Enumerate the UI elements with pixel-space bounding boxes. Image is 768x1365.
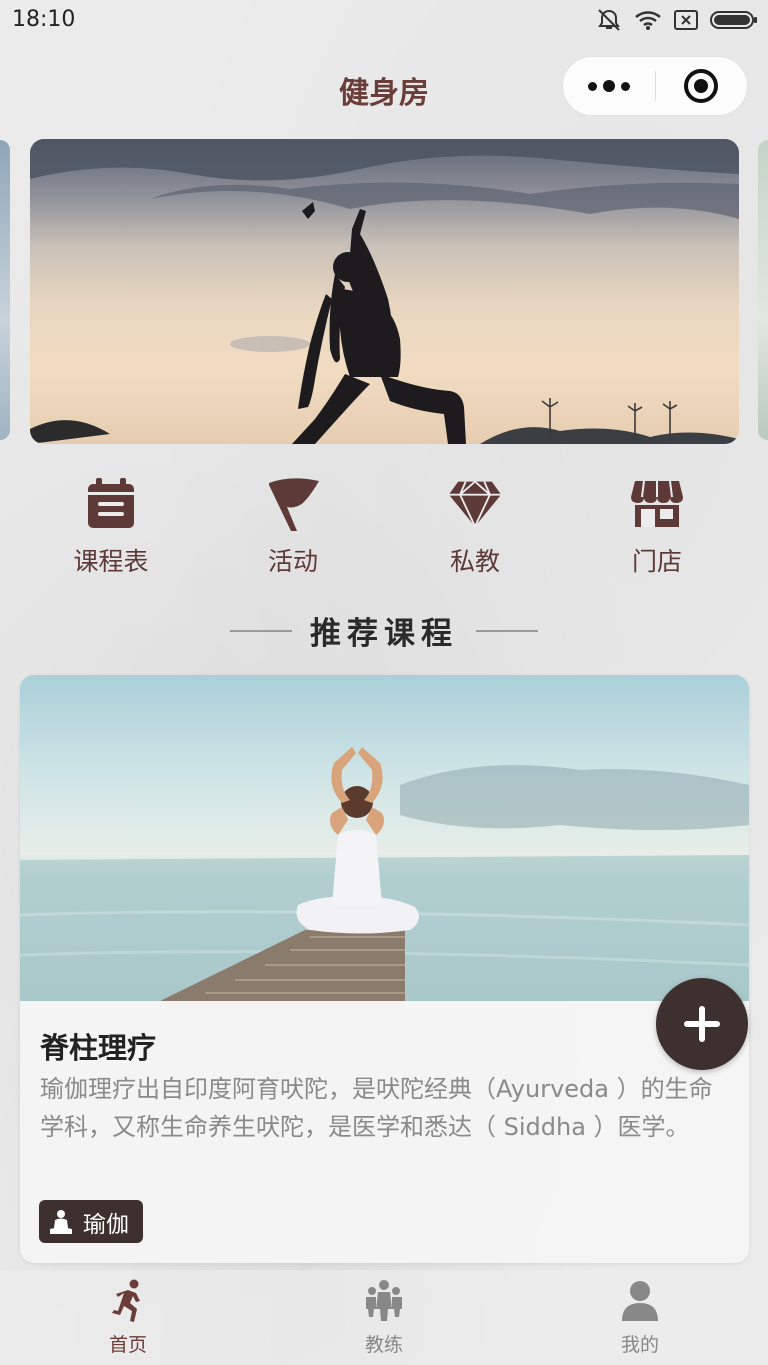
tab-home[interactable]: 首页 [0,1270,256,1365]
user-icon [618,1278,662,1324]
course-card[interactable]: 脊柱理疗 瑜伽理疗出自印度阿育吠陀，是吠陀经典（Ayurveda ）的生命学科，… [20,675,749,1263]
banner-image[interactable] [30,139,739,444]
menu-item-schedule[interactable]: 课程表 [20,476,202,578]
menu-label-store: 门店 [631,547,682,576]
target-close-icon [684,69,719,103]
section-title: 推荐课程 [310,616,458,652]
battery-icon [710,10,758,30]
add-button[interactable] [656,978,748,1070]
banner-prev-slide[interactable] [0,140,10,440]
more-button[interactable] [563,57,655,115]
menu-label-schedule: 课程表 [73,547,149,576]
menu-label-activity: 活动 [267,547,318,576]
miniprogram-capsule [562,56,748,116]
status-bar: 18:10 [0,0,768,40]
tab-label-coach: 教练 [364,1334,403,1356]
tab-label-me: 我的 [620,1334,659,1356]
quick-menu: 课程表 活动 私教 门店 [20,476,748,578]
menu-label-personal-training: 私教 [449,547,500,576]
menu-item-activity[interactable]: 活动 [202,476,384,578]
close-button[interactable] [656,57,748,115]
course-description: 瑜伽理疗出自印度阿育吠陀，是吠陀经典（Ayurveda ）的生命学科，又称生命养… [40,1075,713,1141]
meditation-icon [50,1209,72,1234]
course-title: 脊柱理疗 [40,1031,157,1065]
course-image[interactable] [20,675,749,1001]
tab-label-home: 首页 [108,1334,147,1356]
menu-item-personal-training[interactable]: 私教 [384,476,566,578]
section-divider-right [476,629,538,632]
wifi-icon [634,9,662,31]
section-header: 推荐课程 [0,608,768,653]
status-icons [596,8,758,32]
menu-item-store[interactable]: 门店 [566,476,748,578]
flag-icon [265,476,321,532]
store-icon [629,476,685,532]
section-divider-left [230,629,292,632]
course-tag-label: 瑜伽 [83,1211,129,1238]
banner-next-slide[interactable] [758,140,768,440]
mute-icon [596,8,622,32]
sim-icon [674,10,698,30]
diamond-icon [447,476,503,532]
more-dots-icon [587,80,630,92]
status-time: 18:10 [12,7,76,32]
tab-coach[interactable]: 教练 [256,1270,512,1365]
coach-icon [362,1278,406,1324]
tab-me[interactable]: 我的 [512,1270,768,1365]
tab-bar: 首页 教练 我的 [0,1270,768,1365]
course-tag[interactable]: 瑜伽 [39,1200,143,1243]
running-icon [106,1278,150,1324]
calendar-icon [83,476,139,532]
plus-icon [684,1006,720,1042]
